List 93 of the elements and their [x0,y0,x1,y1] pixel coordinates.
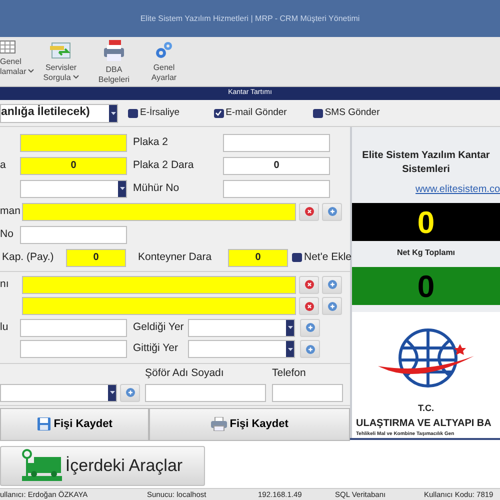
add-icon [328,207,336,216]
field-label: nı [0,276,10,292]
remove-icon [304,207,314,216]
add-button[interactable] [322,297,342,316]
ribbon-label[interactable]: lamalar [0,67,26,77]
checkbox-label[interactable]: Net'e Ekle [304,250,352,266]
chevron-icon[interactable] [28,68,34,72]
field-label: Mühür No [133,180,180,196]
field-label: Geldiği Yer [133,320,185,335]
checkbox[interactable] [214,108,224,118]
input-field[interactable] [22,202,296,220]
field-label: Konteyner Dara [138,250,213,265]
ribbon-label[interactable]: Genel [153,63,175,73]
remove-button[interactable] [299,276,319,294]
table-icon [0,40,16,54]
input-field[interactable] [223,134,330,152]
weight-display: 0 [352,203,500,241]
dropdown-arrow-icon[interactable] [120,187,124,190]
dropdown-field[interactable]: anlığa İletilecek) [0,104,118,122]
window-title: Elite Sistem Yazılım Hizmetleri | MRP - CRM Müşteri Yönetimi [140,12,360,24]
dropdown-arrow-icon[interactable] [288,326,292,330]
net-weight-display: 0 [352,267,500,305]
logo-text: T.C. [418,402,434,415]
field-label: man [0,204,22,219]
add-button[interactable] [300,318,320,337]
remove-icon [304,280,314,290]
field-label: Şöför Adı Soyadı [145,366,225,381]
add-icon [126,388,134,398]
field-label: Telefon [272,366,307,381]
add-icon [306,323,314,332]
input-field[interactable] [22,297,296,316]
add-button[interactable] [120,384,140,402]
dropdown-field[interactable] [20,180,127,198]
truck-scale-icon [22,449,62,483]
add-icon [328,302,336,311]
field-label: a [0,158,7,173]
add-icon [328,280,336,290]
dropdown-field[interactable] [0,384,117,402]
dropdown-arrow-icon[interactable] [288,348,292,351]
remove-icon [304,302,314,311]
check-icon [215,110,222,116]
logo-text: ULAŞTIRMA VE ALTYAPI BA [356,416,492,430]
dropdown-arrow-icon[interactable] [110,112,116,114]
ribbon-label[interactable]: Belgeleri [98,75,130,85]
ribbon-label[interactable]: Sorgula [43,73,71,83]
print-button[interactable]: Fişi Kaydet [149,408,350,441]
add-button[interactable] [322,202,342,220]
add-button[interactable] [300,340,320,358]
inside-vehicles-button[interactable]: İçerdeki Araçlar [0,446,205,486]
input-field[interactable] [145,384,266,402]
ribbon-label[interactable]: Ayarlar [151,73,177,83]
input-field[interactable] [272,384,343,402]
input-field[interactable]: 0 [20,156,127,174]
input-field[interactable]: 0 [223,156,330,174]
field-label: Plaka 2 Dara [133,158,195,173]
checkbox-label[interactable]: SMS Gönder [324,106,380,120]
field-label: lu [0,320,10,335]
chevron-icon[interactable] [72,74,79,78]
add-button[interactable] [322,276,342,294]
checkbox[interactable] [312,108,323,118]
printer-icon [210,417,227,432]
add-icon [306,344,314,354]
field-label: Kap. (Pay.) [2,250,55,265]
input-field[interactable] [20,340,127,358]
remove-button[interactable] [299,297,319,316]
ribbon-label[interactable]: DBA [106,65,122,75]
input-field[interactable]: 0 [66,248,126,266]
input-field[interactable]: 0 [228,248,288,266]
checkbox-label[interactable]: E-mail Gönder [226,106,287,120]
save-button[interactable]: Fişi Kaydet [0,408,150,441]
printer-icon [102,40,126,62]
input-field[interactable] [20,318,127,337]
ribbon-label[interactable]: Servisler [45,63,77,73]
panel-title: Elite Sistem Yazılım Kantar Sistemleri [361,149,491,177]
dropdown-field[interactable] [188,340,295,358]
checkbox-label[interactable]: E-İrsaliye [140,106,180,120]
website-link[interactable]: www.elitesistem.co [416,182,500,197]
field-label: Gittiği Yer [133,341,179,356]
input-field[interactable] [223,180,330,198]
input-field[interactable] [20,134,127,152]
dropdown-arrow-icon[interactable] [110,391,114,394]
remove-button[interactable] [299,202,319,220]
input-field[interactable] [20,226,127,244]
field-label: No [0,226,14,242]
ribbon-label[interactable]: Genel [0,57,22,67]
gears-icon [154,40,174,60]
checkbox[interactable] [292,253,302,262]
services-icon [49,40,73,60]
input-field[interactable] [22,276,296,294]
checkbox[interactable] [128,108,138,118]
dropdown-field[interactable] [188,318,295,337]
field-label: Plaka 2 [133,134,170,150]
net-total-label: Net Kg Toplamı [396,247,456,259]
